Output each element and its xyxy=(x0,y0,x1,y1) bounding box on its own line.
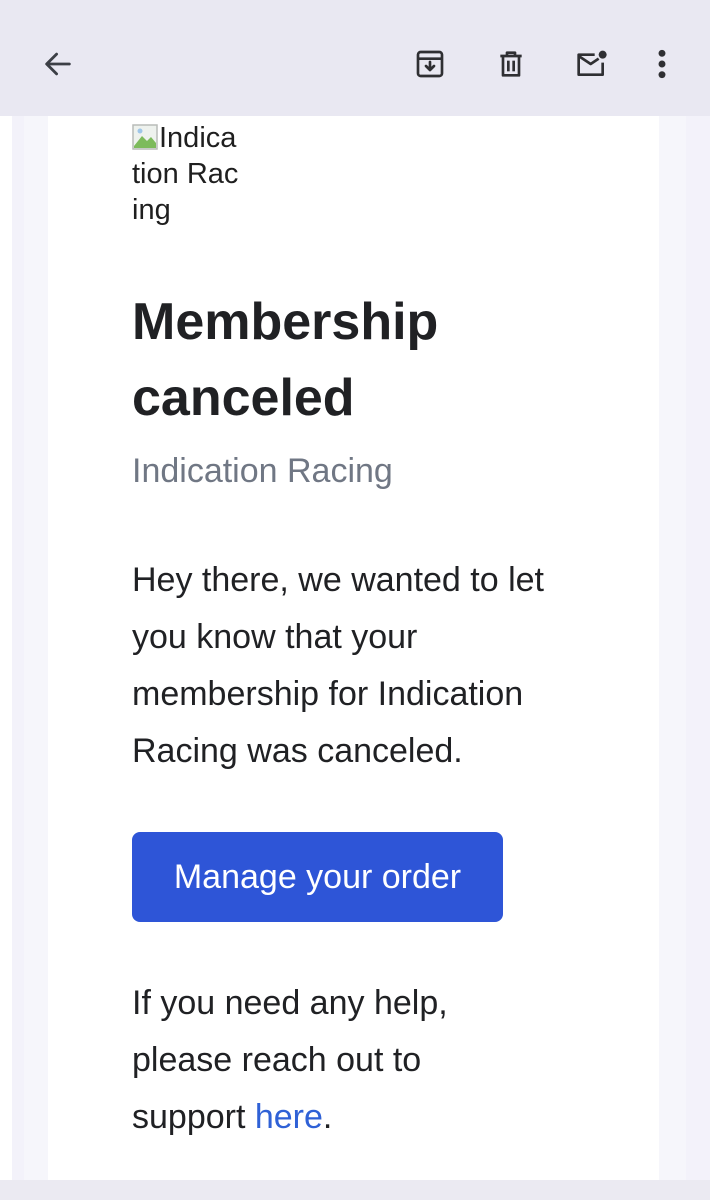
screen-edge xyxy=(0,116,12,1200)
email-title: Membership canceled xyxy=(132,293,439,427)
more-vert-icon xyxy=(658,49,666,79)
email-message: Hey there, we wanted to let you know tha… xyxy=(132,561,545,770)
brand-logo-broken-image: Indication Racing xyxy=(132,120,242,228)
more-options-button[interactable] xyxy=(636,38,688,90)
delete-button[interactable] xyxy=(485,38,537,90)
app-bar xyxy=(0,0,710,116)
email-subtitle: Indication Racing xyxy=(132,452,393,490)
back-button[interactable] xyxy=(32,38,84,90)
manage-order-button[interactable]: Manage your order xyxy=(132,832,503,922)
arrow-left-icon xyxy=(45,52,71,76)
support-link[interactable]: here xyxy=(255,1098,323,1136)
archive-icon xyxy=(416,50,444,78)
broken-image-icon xyxy=(132,124,158,150)
help-text-suffix: . xyxy=(322,1098,333,1136)
mark-unread-button[interactable] xyxy=(566,38,618,90)
mark-unread-icon xyxy=(577,50,607,76)
bottom-strip xyxy=(0,1180,710,1200)
help-text: If you need any help, please reach out t… xyxy=(132,975,512,1146)
trash-icon xyxy=(500,51,522,77)
archive-button[interactable] xyxy=(404,38,456,90)
